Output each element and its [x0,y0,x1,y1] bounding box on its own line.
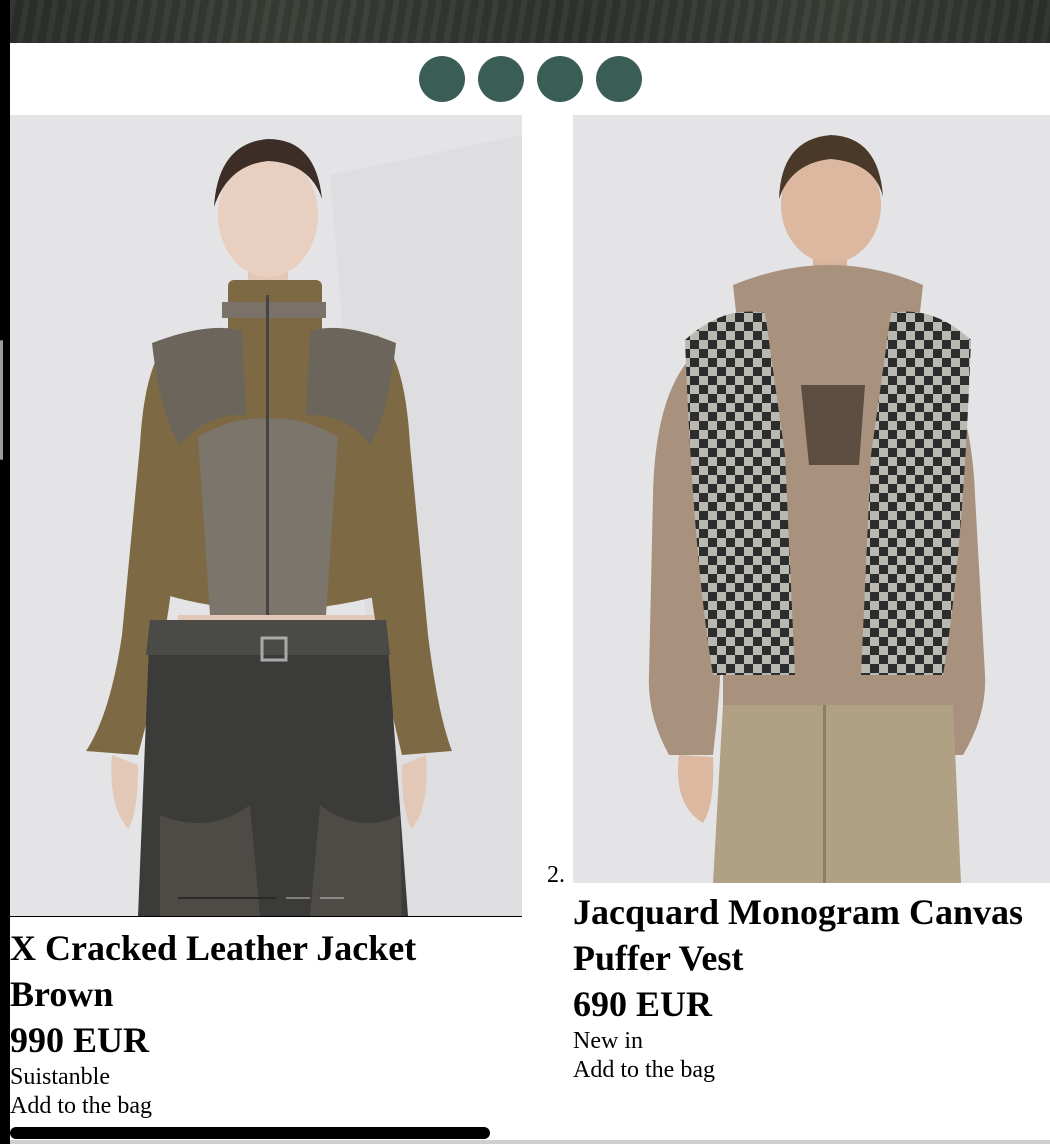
carousel-dot-4[interactable] [596,56,642,102]
carousel-dot-3[interactable] [537,56,583,102]
product-title-line-1[interactable]: X Cracked Leather Jacket [10,925,522,971]
product-card-cracked-leather-jacket: X Cracked Leather Jacket Brown 990 EUR S… [10,115,522,1121]
product-price: 990 EUR [10,1020,150,1060]
product-tag: New in [573,1028,643,1054]
add-to-bag-link[interactable]: Add to the bag [10,1092,522,1121]
product-card-puffer-vest: Jacquard Monogram Canvas Puffer Vest 690… [573,115,1050,1085]
product-image-vest[interactable] [573,115,1050,883]
edge-scroll-handle[interactable] [0,340,3,460]
slide-bar-1[interactable] [178,897,276,899]
image-slide-indicator [178,897,344,899]
product-title-line-2[interactable]: Puffer Vest [573,935,1050,981]
vest-model-illustration [573,115,1050,883]
product-image-jacket[interactable] [10,115,522,917]
product-price: 690 EUR [573,984,713,1024]
product-info: X Cracked Leather Jacket Brown 990 EUR S… [10,917,522,1121]
add-to-bag-link[interactable]: Add to the bag [573,1056,1050,1085]
left-edge-bar [0,0,10,1144]
product-title-line-2[interactable]: Brown [10,971,522,1017]
jacket-model-illustration [10,115,522,916]
bottom-strip [10,1140,1050,1144]
horizontal-scrollbar[interactable] [10,1127,490,1139]
carousel-dots [419,56,642,102]
carousel-dot-1[interactable] [419,56,465,102]
carousel-dot-2[interactable] [478,56,524,102]
product-info: Jacquard Monogram Canvas Puffer Vest 690… [573,883,1050,1085]
slide-bar-2[interactable] [286,897,310,899]
product-title-line-1[interactable]: Jacquard Monogram Canvas [573,889,1050,935]
product-tag: Suistanble [10,1064,110,1090]
hero-banner-image [10,0,1050,43]
list-index-marker: 2. [547,862,565,888]
slide-bar-3[interactable] [320,897,344,899]
